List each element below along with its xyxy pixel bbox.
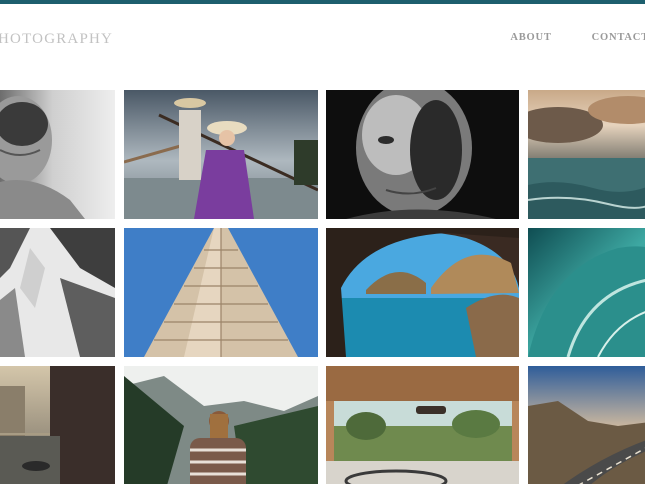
photo-elderly-woman-portrait[interactable] bbox=[0, 90, 115, 219]
photo-ocean-wave[interactable] bbox=[528, 228, 645, 357]
photo-skyscrapers-fog[interactable] bbox=[0, 228, 115, 357]
photo-elderly-man-portrait[interactable] bbox=[326, 90, 519, 219]
photo-vintage-car-interior[interactable] bbox=[326, 366, 519, 484]
photo-sea-under-clouds[interactable] bbox=[528, 90, 645, 219]
photo-coastal-road-sunset[interactable] bbox=[528, 366, 645, 484]
photo-canal-city-boat[interactable] bbox=[0, 366, 115, 484]
photo-sea-cave-coast[interactable] bbox=[326, 228, 519, 357]
photo-gallery-grid bbox=[0, 0, 645, 484]
photo-woman-mountains[interactable] bbox=[124, 366, 318, 484]
photo-women-on-boat[interactable] bbox=[124, 90, 318, 219]
photo-tower-facade[interactable] bbox=[124, 228, 318, 357]
